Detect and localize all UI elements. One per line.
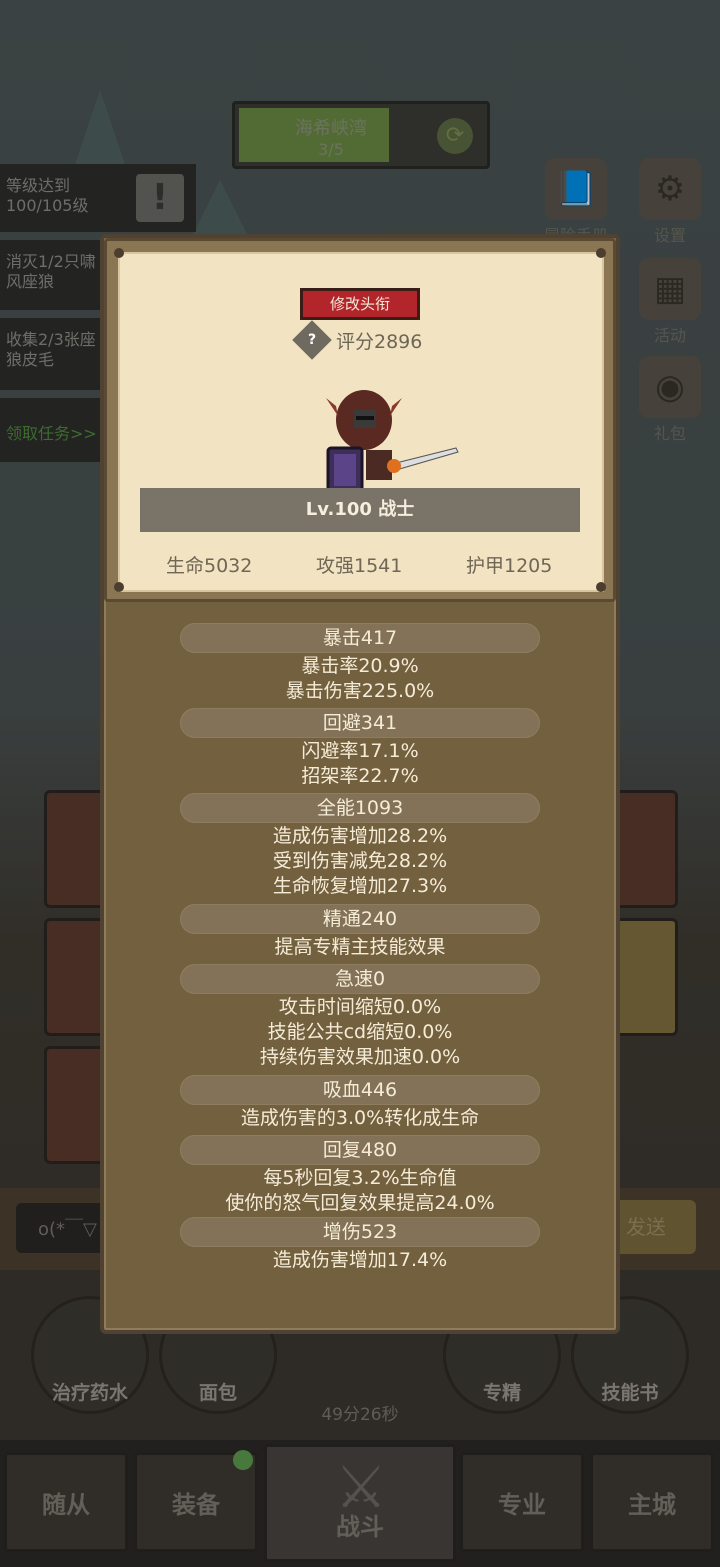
stat-header-crit: 暴击417 [180, 623, 540, 653]
stat-detail: 造成伤害增加28.2% [272, 825, 448, 847]
stat-detail: 暴击伤害225.0% [285, 680, 435, 702]
stat-detail: 暴击率20.9% [301, 655, 419, 677]
corner-rivet [114, 248, 124, 258]
stat-header-lifesteal: 吸血446 [180, 1075, 540, 1105]
stat-detail: 每5秒回复3.2%生命值 [263, 1167, 457, 1189]
stat-detail: 招架率22.7% [301, 765, 419, 787]
stat-header-avoidance: 回避341 [180, 708, 540, 738]
stat-detail: 使你的怒气回复效果提高24.0% [225, 1192, 495, 1214]
help-icon[interactable]: ? [292, 320, 332, 360]
stat-detail: 生命恢复增加27.3% [272, 875, 448, 897]
level-class-bar: Lv.100 战士 [140, 488, 580, 532]
stat-header-regen: 回复480 [180, 1135, 540, 1165]
warrior-avatar [326, 390, 459, 494]
stat-header-haste: 急速0 [180, 964, 540, 994]
stat-detail: 攻击时间缩短0.0% [278, 996, 442, 1018]
attack-power-stat: 攻强1541 [316, 555, 403, 577]
stat-detail: 提高专精主技能效果 [274, 936, 446, 958]
stat-detail: 技能公共cd缩短0.0% [267, 1021, 453, 1043]
corner-rivet [114, 582, 124, 592]
hp-stat: 生命5032 [166, 555, 253, 577]
stat-detail: 造成伤害的3.0%转化成生命 [240, 1107, 480, 1129]
stat-detail: 造成伤害增加17.4% [272, 1249, 448, 1271]
stat-header-damage-increase: 增伤523 [180, 1217, 540, 1247]
stat-header-versatility: 全能1093 [180, 793, 540, 823]
score-text: 评分2896 [336, 331, 423, 353]
stat-detail: 持续伤害效果加速0.0% [259, 1046, 461, 1068]
stat-header-mastery: 精通240 [180, 904, 540, 934]
armor-stat: 护甲1205 [466, 555, 553, 577]
edit-title-button[interactable]: 修改头衔 [300, 288, 420, 320]
stat-detail: 闪避率17.1% [301, 740, 419, 762]
help-glyph: ? [307, 332, 317, 348]
stat-detail: 受到伤害减免28.2% [272, 850, 448, 872]
corner-rivet [596, 248, 606, 258]
corner-rivet [596, 582, 606, 592]
